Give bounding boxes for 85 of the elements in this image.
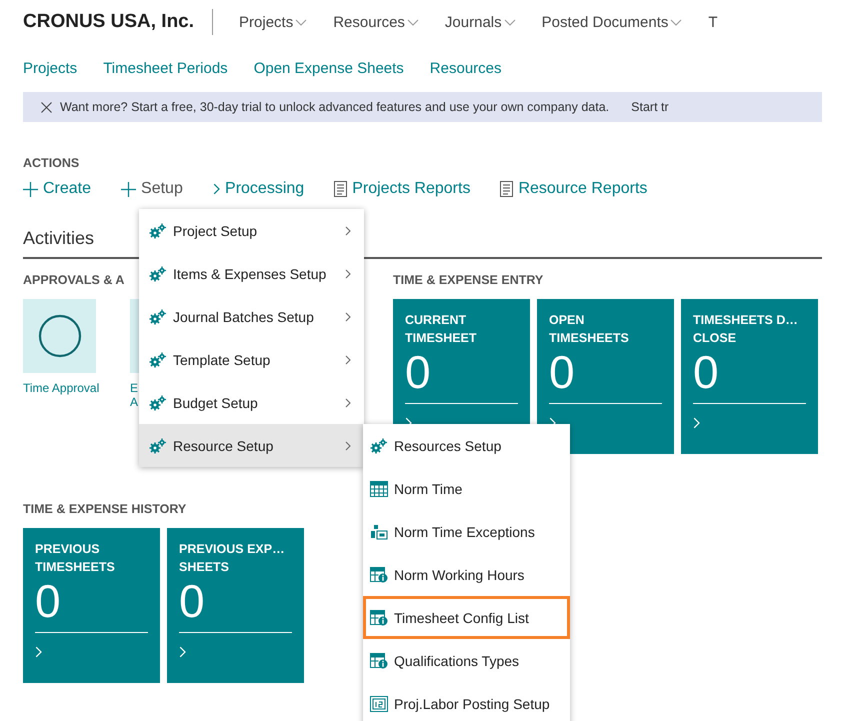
chevron-icon <box>345 312 351 322</box>
kpi-tile[interactable]: PREVIOUS EXP… SHEETS 0 <box>167 528 304 683</box>
gears-icon <box>149 308 167 324</box>
banner-link[interactable]: Start tr <box>631 100 669 114</box>
tile-label: TIMESHEET <box>405 330 478 347</box>
kpi-tile[interactable]: TIMESHEETS D… CLOSE 0 <box>681 299 818 454</box>
menu-item[interactable]: Proj.Labor Posting Setup <box>363 682 570 721</box>
tile-label: TIMESHEETS <box>549 330 630 347</box>
gears-icon <box>370 438 388 454</box>
action-button[interactable]: Projects Reports <box>334 180 470 198</box>
tile-label: SHEETS <box>179 559 230 576</box>
chevron-icon <box>693 417 700 429</box>
gears-icon <box>149 438 167 454</box>
plus-icon <box>121 182 136 196</box>
chevron-icon <box>212 183 220 195</box>
menu-item[interactable]: Journal Batches Setup <box>139 295 364 338</box>
tile-value: 0 <box>549 347 576 397</box>
gears-icon <box>149 222 167 238</box>
chevron-icon <box>345 226 351 236</box>
tile-label[interactable]: Time Approval <box>23 381 123 395</box>
caret-icon <box>670 18 682 26</box>
caret-icon <box>504 18 516 26</box>
section-title: ACTIONS <box>23 156 80 170</box>
plus-icon <box>23 182 38 196</box>
tile-label: TIMESHEETS D… <box>693 312 799 329</box>
report-icon <box>334 181 348 197</box>
chevron-icon <box>345 398 351 408</box>
close-icon[interactable] <box>41 102 52 112</box>
tile-label: PREVIOUS EXP… <box>179 541 286 558</box>
tile-value: 0 <box>693 347 720 397</box>
menu-item[interactable]: Timesheet Config List <box>363 596 570 639</box>
nav-link[interactable]: Open Expense Sheets <box>254 60 404 76</box>
menu-item[interactable]: Template Setup <box>139 338 364 381</box>
gears-icon <box>149 352 167 368</box>
approval-tile[interactable] <box>23 299 96 373</box>
nav-link[interactable]: Projects <box>23 60 78 76</box>
chevron-icon <box>345 268 351 278</box>
nav-menu[interactable]: Resources <box>333 14 419 30</box>
company-name: CRONUS USA, Inc. <box>23 9 214 35</box>
kpi-tile[interactable]: OPEN TIMESHEETS 0 <box>537 299 674 454</box>
tile-label: TIMESHEETS <box>35 559 116 576</box>
nav-link[interactable]: Resources <box>430 60 502 76</box>
gears-icon <box>149 266 167 282</box>
nav-menu[interactable]: T <box>708 14 718 30</box>
circle-icon <box>38 314 82 358</box>
menu-item[interactable]: Qualifications Types <box>363 639 570 682</box>
action-button[interactable]: Resource Reports <box>500 180 648 198</box>
menu-item[interactable]: Budget Setup <box>139 381 364 424</box>
nav-menu[interactable]: Projects <box>239 14 308 30</box>
table-icon <box>370 524 388 540</box>
tile-label: CURRENT <box>405 312 468 329</box>
section-title: APPROVALS & A <box>23 273 124 287</box>
tile-label: PREVIOUS <box>35 541 101 558</box>
menu-item[interactable]: Norm Time <box>363 467 570 510</box>
action-button[interactable]: Setup <box>121 180 183 198</box>
section-title: TIME & EXPENSE HISTORY <box>23 502 186 516</box>
tile-value: 0 <box>35 576 62 626</box>
action-button[interactable]: Processing <box>212 180 304 198</box>
tile-label: CLOSE <box>693 330 738 347</box>
nav-menu[interactable]: Posted Documents <box>542 14 682 30</box>
nav-link[interactable]: Timesheet Periods <box>103 60 228 76</box>
kpi-tile[interactable]: PREVIOUS TIMESHEETS 0 <box>23 528 160 683</box>
gears-icon <box>149 394 167 410</box>
grid-icon <box>370 480 388 496</box>
tile-value: 0 <box>405 347 432 397</box>
tile-value: 0 <box>179 576 206 626</box>
calendar-info-icon <box>370 652 388 668</box>
action-button[interactable]: Create <box>23 180 92 198</box>
tile-label: OPEN <box>549 312 586 329</box>
chevron-icon <box>179 646 186 658</box>
calendar-icon <box>370 696 388 712</box>
menu-item[interactable]: Resource Setup <box>139 424 364 467</box>
menu-item[interactable]: Norm Working Hours <box>363 553 570 596</box>
caret-icon <box>406 18 419 26</box>
calendar-info-icon <box>370 566 388 582</box>
calendar-info-icon <box>370 610 388 626</box>
report-icon <box>500 181 514 197</box>
chevron-icon <box>345 440 351 450</box>
nav-menu[interactable]: Journals <box>444 14 516 30</box>
section-title: TIME & EXPENSE ENTRY <box>393 273 544 287</box>
chevron-icon <box>345 354 351 364</box>
chevron-icon <box>35 646 42 658</box>
caret-icon <box>295 18 308 26</box>
banner-text: Want more? Start a free, 30-day trial to unlock advanced features and use your own company data. <box>60 100 610 114</box>
menu-item[interactable]: Norm Time Exceptions <box>363 510 570 553</box>
